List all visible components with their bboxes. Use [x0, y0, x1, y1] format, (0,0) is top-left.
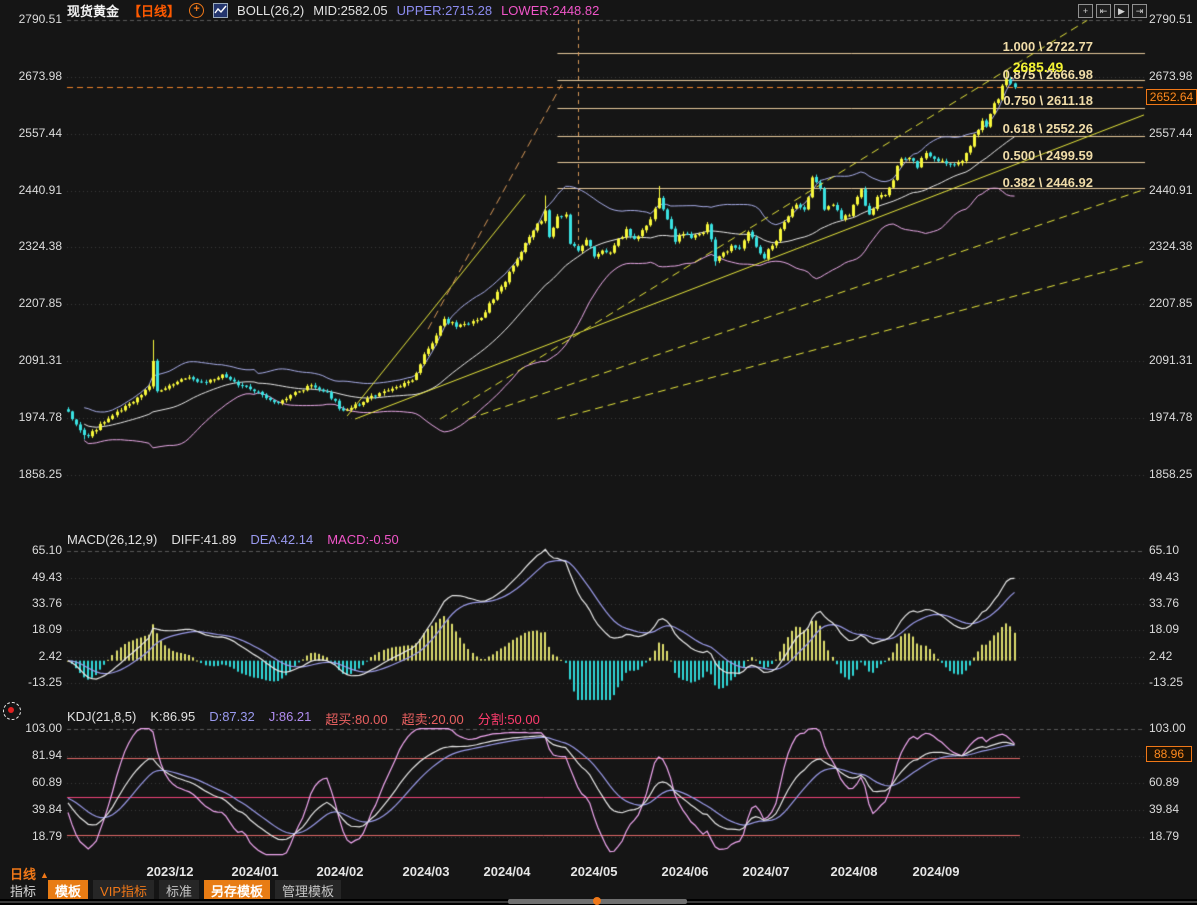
- macd-dea-value: DEA:42.14: [250, 532, 313, 547]
- axis-label: 2440.91: [0, 183, 62, 197]
- axis-label: 49.43: [0, 570, 62, 584]
- axis-label: 2024/04: [484, 864, 531, 879]
- bottom-strip: [0, 899, 1197, 905]
- axis-label: 2557.44: [1149, 126, 1197, 140]
- axis-label: 103.00: [0, 721, 62, 735]
- footer-tab-6[interactable]: 管理模板: [275, 880, 341, 901]
- swing-high-label: 2685.49: [1013, 59, 1064, 75]
- chart-application: 现货黄金 【日线】 + BOLL(26,2) MID:2582.05 UPPER…: [0, 0, 1197, 905]
- axis-label: 2023/12: [147, 864, 194, 879]
- axis-label: 2207.85: [0, 296, 62, 310]
- axis-label: 2024/08: [831, 864, 878, 879]
- axis-label: 60.89: [0, 775, 62, 789]
- axis-label: 65.10: [1149, 543, 1197, 557]
- axis-label: 81.94: [0, 748, 62, 762]
- add-indicator-icon[interactable]: +: [189, 3, 204, 18]
- axis-label: 2790.51: [1149, 12, 1197, 26]
- kdj-value-box: 88.96: [1146, 746, 1192, 762]
- x-axis-month-labels: 2023/12 2024/01 2024/02 2024/03 2024/04 2024/…: [0, 864, 1197, 880]
- axis-label: 1974.78: [1149, 410, 1197, 424]
- macd-title: MACD(26,12,9): [67, 532, 157, 547]
- record-marker-icon[interactable]: [3, 702, 21, 720]
- mini-chart-icon: [213, 3, 228, 18]
- axis-label: 2091.31: [1149, 353, 1197, 367]
- axis-label: 1858.25: [0, 467, 62, 481]
- axis-label: 2207.85: [1149, 296, 1197, 310]
- kdj-k-value: K:86.95: [150, 709, 195, 728]
- axis-label: 2.42: [0, 649, 62, 663]
- boll-upper-value: UPPER:2715.28: [397, 3, 492, 18]
- scrollbar-knob-icon[interactable]: [593, 897, 601, 905]
- kdj-oversold-value: 超卖:20.00: [402, 709, 464, 728]
- footer-tab-3[interactable]: VIP指标: [93, 880, 154, 901]
- kdj-overbought-value: 超买:80.00: [325, 709, 387, 728]
- axis-label: 2557.44: [0, 126, 62, 140]
- axis-label: 2673.98: [1149, 69, 1197, 83]
- axis-label: 2673.98: [0, 69, 62, 83]
- axis-label: 18.79: [0, 829, 62, 843]
- axis-label: 65.10: [0, 543, 62, 557]
- playback-button[interactable]: ▶: [1114, 4, 1129, 18]
- axis-label: 2024/03: [403, 864, 450, 879]
- axis-label: 2024/07: [743, 864, 790, 879]
- axis-label: 60.89: [1149, 775, 1197, 789]
- chevron-up-icon: ▲: [40, 870, 49, 880]
- macd-hist-value: MACD:-0.50: [327, 532, 399, 547]
- axis-label: 2790.51: [0, 12, 62, 26]
- kdj-title: KDJ(21,8,5): [67, 709, 136, 728]
- chart-toolbar: + ⇤ ▶ ⇥: [1078, 4, 1147, 18]
- axis-label: 33.76: [1149, 596, 1197, 610]
- kdj-d-value: D:87.32: [209, 709, 255, 728]
- axis-label: 2091.31: [0, 353, 62, 367]
- kdj-split-value: 分割:50.00: [478, 709, 540, 728]
- jump-latest-button[interactable]: ⇥: [1132, 4, 1147, 18]
- price-chart-canvas[interactable]: [0, 0, 1197, 905]
- axis-label: 103.00: [1149, 721, 1197, 735]
- axis-label: 2324.38: [0, 239, 62, 253]
- axis-label: 2024/02: [317, 864, 364, 879]
- axis-label: 18.79: [1149, 829, 1197, 843]
- chart-header: 现货黄金 【日线】 + BOLL(26,2) MID:2582.05 UPPER…: [67, 1, 599, 19]
- axis-label: 2440.91: [1149, 183, 1197, 197]
- crosshair-tool-button[interactable]: +: [1078, 4, 1093, 18]
- footer-tabs: 指标模板VIP指标标准另存模板管理模板: [3, 881, 341, 899]
- macd-diff-value: DIFF:41.89: [171, 532, 236, 547]
- axis-label: 18.09: [0, 622, 62, 636]
- axis-label: 1974.78: [0, 410, 62, 424]
- last-price-box: 2652.64: [1146, 89, 1197, 105]
- axis-label: 2024/09: [913, 864, 960, 879]
- axis-label: 2024/06: [662, 864, 709, 879]
- axis-label: 2324.38: [1149, 239, 1197, 253]
- axis-label: -13.25: [1149, 675, 1197, 689]
- axis-label: 49.43: [1149, 570, 1197, 584]
- axis-label: 2024/01: [232, 864, 279, 879]
- fit-width-button[interactable]: ⇤: [1096, 4, 1111, 18]
- footer-tab-4[interactable]: 标准: [159, 880, 199, 901]
- kdj-header: KDJ(21,8,5) K:86.95 D:87.32 J:86.21 超买:8…: [67, 709, 540, 728]
- period-tag: 【日线】: [128, 1, 180, 20]
- boll-indicator-name: BOLL(26,2): [237, 3, 304, 18]
- footer-tab-5[interactable]: 另存模板: [204, 880, 270, 901]
- boll-mid-value: MID:2582.05: [313, 3, 387, 18]
- boll-lower-value: LOWER:2448.82: [501, 3, 599, 18]
- axis-label: 2.42: [1149, 649, 1197, 663]
- footer-tab-1[interactable]: 指标: [3, 880, 43, 901]
- axis-label: 18.09: [1149, 622, 1197, 636]
- axis-label: 39.84: [0, 802, 62, 816]
- axis-label: -13.25: [0, 675, 62, 689]
- kdj-j-value: J:86.21: [269, 709, 312, 728]
- macd-header: MACD(26,12,9) DIFF:41.89 DEA:42.14 MACD:…: [67, 532, 399, 547]
- axis-label: 1858.25: [1149, 467, 1197, 481]
- footer-tab-2[interactable]: 模板: [48, 880, 88, 901]
- symbol-name: 现货黄金: [67, 1, 119, 20]
- axis-label: 33.76: [0, 596, 62, 610]
- axis-label: 2024/05: [571, 864, 618, 879]
- axis-label: 39.84: [1149, 802, 1197, 816]
